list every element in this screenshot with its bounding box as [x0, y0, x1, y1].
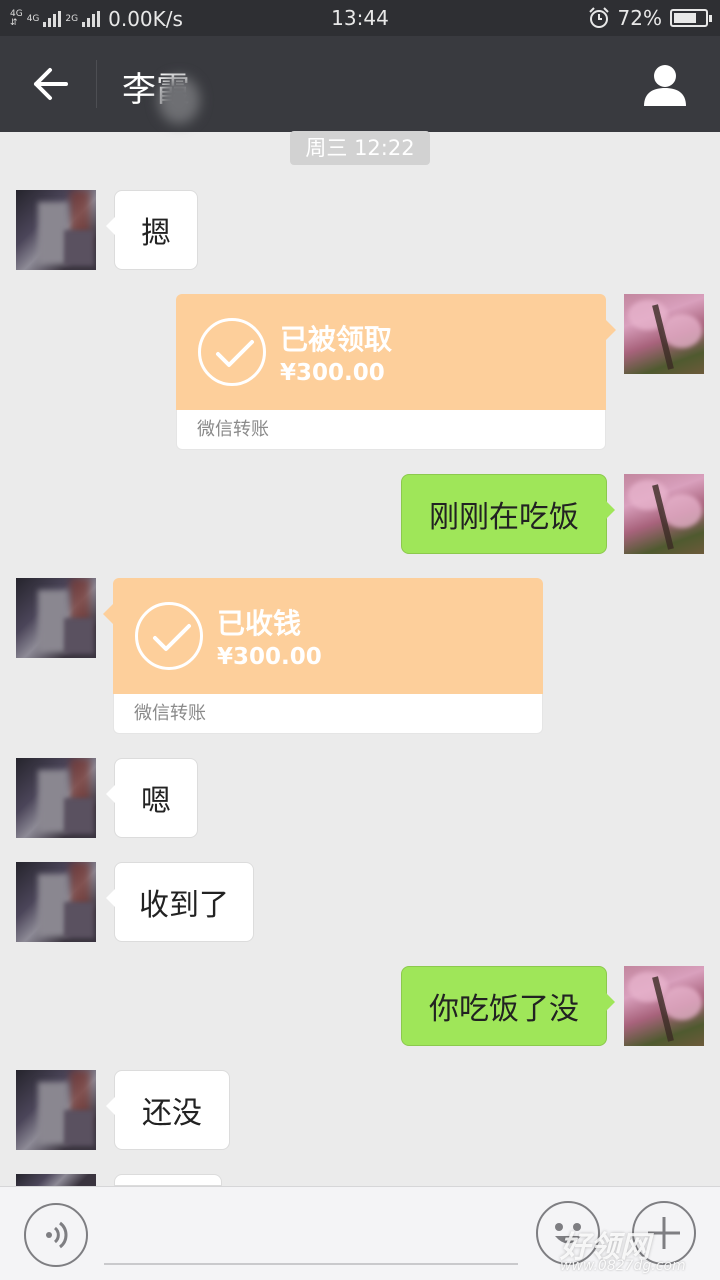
- checkmark-icon: [135, 602, 203, 670]
- message-text: 收到了: [139, 888, 229, 923]
- name-redaction: [158, 76, 200, 124]
- contact-avatar[interactable]: [16, 578, 96, 658]
- battery-percent: 72%: [617, 6, 662, 30]
- transfer-card[interactable]: 已被领取 ¥300.00 微信转账: [176, 294, 616, 450]
- transfer-footer: 微信转账: [113, 694, 543, 734]
- status-bar: 4G ⇵ 4G 2G 0.00K/s 13:44 72%: [0, 0, 720, 36]
- message-text: 还没: [142, 1096, 202, 1131]
- contact-avatar[interactable]: [16, 758, 96, 838]
- my-avatar[interactable]: [624, 294, 704, 374]
- divider: [96, 60, 97, 108]
- contact-avatar[interactable]: [16, 190, 96, 270]
- transfer-footer: 微信转账: [176, 410, 606, 450]
- arrow-left-icon[interactable]: [28, 64, 72, 104]
- transfer-amount: ¥300.00: [217, 644, 322, 670]
- watermark-url: www.0827dg.com: [560, 1258, 686, 1274]
- my-avatar[interactable]: [624, 966, 704, 1046]
- my-avatar[interactable]: [624, 474, 704, 554]
- transfer-card[interactable]: 已收钱 ¥300.00 微信转账: [103, 578, 543, 734]
- message-bubble[interactable]: 嗯: [106, 758, 198, 838]
- contact-avatar[interactable]: [16, 862, 96, 942]
- alarm-icon: [588, 7, 609, 28]
- message-bubble[interactable]: 你吃饭了没: [401, 966, 615, 1046]
- title-bar: 李霞: [0, 36, 720, 132]
- person-icon[interactable]: [642, 62, 688, 108]
- message-text: 刚刚在吃饭: [429, 500, 579, 535]
- transfer-status: 已被领取: [280, 323, 393, 356]
- message-text: 你吃饭了没: [429, 992, 579, 1027]
- message-bubble[interactable]: 还没: [106, 1070, 230, 1150]
- message-bubble[interactable]: 摁: [106, 190, 198, 270]
- message-text: 摁: [141, 216, 171, 251]
- transfer-amount: ¥300.00: [280, 360, 385, 386]
- message-bubble[interactable]: 收到了: [106, 862, 254, 942]
- message-input[interactable]: [104, 1263, 518, 1265]
- checkmark-icon: [198, 318, 266, 386]
- message-bubble-partial[interactable]: [106, 1174, 222, 1219]
- message-timestamp: 周三 12:22: [290, 131, 430, 165]
- transfer-status: 已收钱: [217, 607, 302, 640]
- message-bubble[interactable]: 刚刚在吃饭: [401, 474, 615, 554]
- contact-avatar[interactable]: [16, 1174, 96, 1186]
- voice-icon[interactable]: [24, 1203, 88, 1267]
- contact-avatar[interactable]: [16, 1070, 96, 1150]
- message-text: 嗯: [141, 784, 171, 819]
- battery-icon: [670, 9, 712, 27]
